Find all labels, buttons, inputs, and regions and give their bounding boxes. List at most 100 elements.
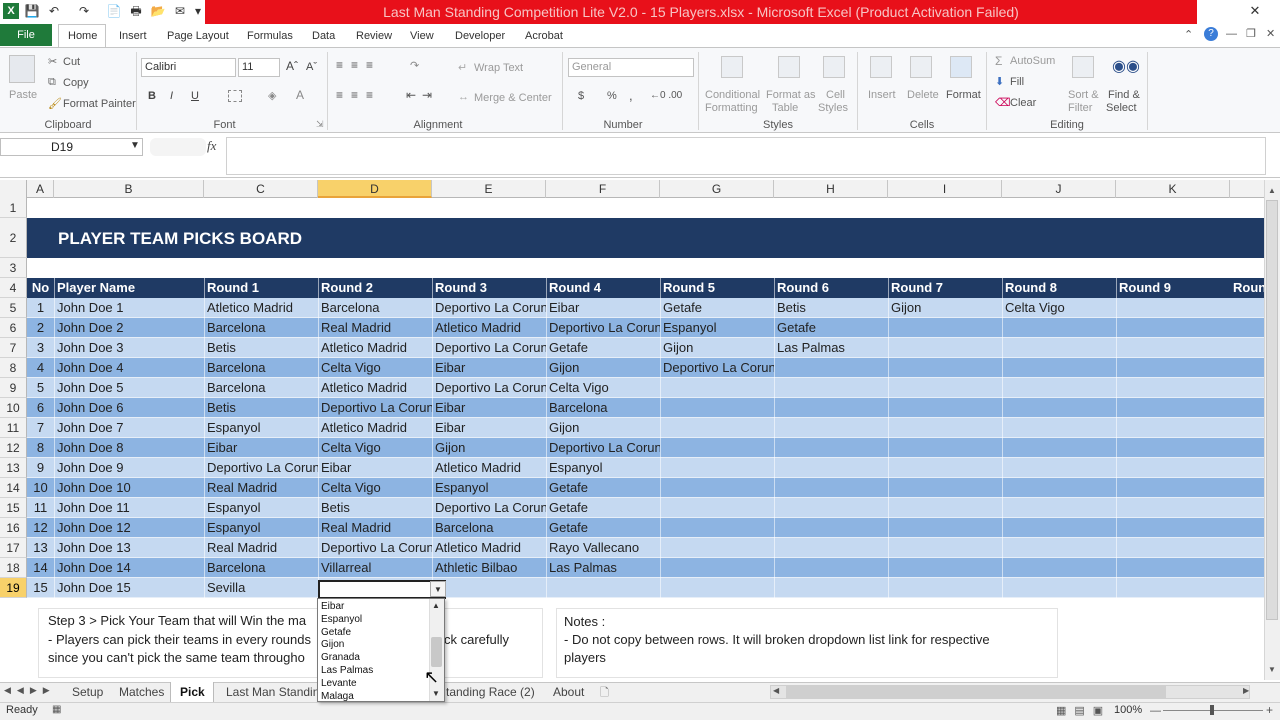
sheet-tab-pick[interactable]: Pick: [180, 684, 205, 700]
workbook-minimize-icon[interactable]: —: [1226, 28, 1237, 40]
team-pick-cell[interactable]: [660, 578, 774, 598]
team-pick-cell[interactable]: [888, 318, 1002, 338]
team-pick-cell[interactable]: Deportivo La Coruna: [204, 458, 318, 478]
team-pick-cell[interactable]: [660, 538, 774, 558]
team-pick-cell[interactable]: [660, 498, 774, 518]
team-pick-cell[interactable]: [1116, 398, 1230, 418]
row-header-6[interactable]: 6: [0, 318, 27, 338]
zoom-level[interactable]: 100%: [1114, 704, 1142, 716]
team-pick-cell[interactable]: Barcelona: [204, 318, 318, 338]
team-pick-cell[interactable]: Deportivo La Coruna: [546, 438, 660, 458]
row-header-13[interactable]: 13: [0, 458, 27, 478]
insert-function-button[interactable]: fx: [207, 138, 216, 154]
team-pick-cell[interactable]: [774, 378, 888, 398]
dropdown-item[interactable]: Levante: [321, 677, 357, 690]
team-pick-cell[interactable]: Real Madrid: [318, 518, 432, 538]
format-as-table-button[interactable]: Format as: [766, 89, 816, 101]
row-header-12[interactable]: 12: [0, 438, 27, 458]
team-pick-cell[interactable]: Eibar: [432, 418, 546, 438]
team-pick-cell[interactable]: Barcelona: [204, 378, 318, 398]
shrink-font-icon[interactable]: Aˇ: [306, 61, 317, 73]
dropdown-scroll-down-icon[interactable]: ▼: [432, 689, 440, 698]
tab-data[interactable]: Data: [312, 28, 335, 44]
team-pick-cell[interactable]: Las Palmas: [774, 338, 888, 358]
autosum-button[interactable]: AutoSum: [1010, 55, 1055, 67]
row-header-17[interactable]: 17: [0, 538, 27, 558]
dropdown-scroll-up-icon[interactable]: ▲: [432, 601, 440, 610]
select-all-corner[interactable]: [0, 180, 27, 198]
save-icon[interactable]: 💾: [24, 3, 40, 19]
team-pick-cell[interactable]: [888, 438, 1002, 458]
delete-cells-button[interactable]: Delete: [907, 89, 939, 101]
team-pick-cell[interactable]: Eibar: [432, 398, 546, 418]
dropdown-item[interactable]: Eibar: [321, 600, 344, 613]
dropdown-item[interactable]: Malaga: [321, 690, 354, 703]
team-pick-cell[interactable]: Sevilla: [204, 578, 318, 598]
column-header-k[interactable]: K: [1116, 180, 1230, 198]
team-pick-cell[interactable]: Atletico Madrid: [432, 458, 546, 478]
tab-page-layout[interactable]: Page Layout: [167, 28, 229, 44]
team-pick-cell[interactable]: Getafe: [660, 298, 774, 318]
team-pick-cell[interactable]: [1116, 438, 1230, 458]
row-header-5[interactable]: 5: [0, 298, 27, 318]
team-pick-cell[interactable]: Espanyol: [660, 318, 774, 338]
borders-icon[interactable]: [228, 90, 242, 102]
team-pick-cell[interactable]: Betis: [204, 398, 318, 418]
sheet-tab-last-man-standing[interactable]: Last Man Standin: [226, 684, 319, 700]
horizontal-align-icons[interactable]: ≡≡≡: [336, 88, 381, 102]
team-pick-cell[interactable]: [774, 478, 888, 498]
clear-button[interactable]: Clear: [1010, 97, 1036, 109]
team-pick-cell[interactable]: Deportivo La Coruna: [318, 538, 432, 558]
team-pick-cell[interactable]: [1002, 378, 1116, 398]
team-pick-cell[interactable]: Rayo Vallecano: [546, 538, 660, 558]
horizontal-scroll-thumb[interactable]: [786, 686, 1166, 698]
team-pick-cell[interactable]: Atletico Madrid: [432, 538, 546, 558]
tab-formulas[interactable]: Formulas: [247, 28, 293, 44]
view-mode-icons[interactable]: ▦▤▣: [1056, 704, 1111, 717]
team-pick-cell[interactable]: Getafe: [546, 498, 660, 518]
team-pick-cell[interactable]: Celta Vigo: [1002, 298, 1116, 318]
team-pick-cell[interactable]: Eibar: [546, 298, 660, 318]
paste-button[interactable]: Paste: [9, 89, 37, 101]
row-header-14[interactable]: 14: [0, 478, 27, 498]
team-pick-cell[interactable]: [888, 578, 1002, 598]
sort-filter-button[interactable]: Sort &: [1068, 89, 1099, 101]
tab-home[interactable]: Home: [68, 28, 97, 44]
team-pick-cell[interactable]: [660, 438, 774, 458]
scroll-up-icon[interactable]: ▲: [1268, 186, 1276, 195]
help-icon[interactable]: ?: [1204, 27, 1218, 41]
team-pick-cell[interactable]: Betis: [204, 338, 318, 358]
copy-button[interactable]: Copy: [63, 77, 89, 89]
tab-view[interactable]: View: [410, 28, 434, 44]
currency-button[interactable]: $: [578, 90, 584, 102]
team-pick-cell[interactable]: Getafe: [546, 478, 660, 498]
name-box[interactable]: D19: [0, 138, 143, 156]
cell-styles-button-line2[interactable]: Styles: [818, 102, 848, 114]
team-pick-cell[interactable]: [1116, 578, 1230, 598]
tab-file[interactable]: File: [0, 24, 52, 46]
dropdown-item[interactable]: Las Palmas: [321, 664, 373, 677]
row-header-10[interactable]: 10: [0, 398, 27, 418]
team-pick-cell[interactable]: Deportivo La Coruna: [318, 398, 432, 418]
column-header-e[interactable]: E: [432, 180, 546, 198]
tab-acrobat[interactable]: Acrobat: [525, 28, 563, 44]
sheet-tab-standing-race-2[interactable]: tanding Race (2): [446, 684, 535, 700]
team-pick-cell[interactable]: Betis: [318, 498, 432, 518]
team-pick-cell[interactable]: [1002, 558, 1116, 578]
team-pick-cell[interactable]: [774, 578, 888, 598]
minimize-ribbon-icon[interactable]: ⌃: [1184, 28, 1193, 41]
team-pick-cell[interactable]: Barcelona: [546, 398, 660, 418]
team-pick-cell[interactable]: Athletic Bilbao: [432, 558, 546, 578]
team-pick-cell[interactable]: [660, 558, 774, 578]
team-pick-cell[interactable]: Real Madrid: [204, 478, 318, 498]
team-pick-cell[interactable]: Espanyol: [204, 498, 318, 518]
team-pick-cell[interactable]: [888, 558, 1002, 578]
print-icon[interactable]: 🖶: [128, 3, 144, 19]
formula-input[interactable]: [226, 137, 1266, 175]
column-header-d[interactable]: D: [318, 180, 432, 198]
team-pick-cell[interactable]: [1002, 578, 1116, 598]
team-pick-cell[interactable]: Atletico Madrid: [432, 318, 546, 338]
team-pick-cell[interactable]: Celta Vigo: [318, 478, 432, 498]
row-header-8[interactable]: 8: [0, 358, 27, 378]
team-pick-cell[interactable]: [660, 398, 774, 418]
